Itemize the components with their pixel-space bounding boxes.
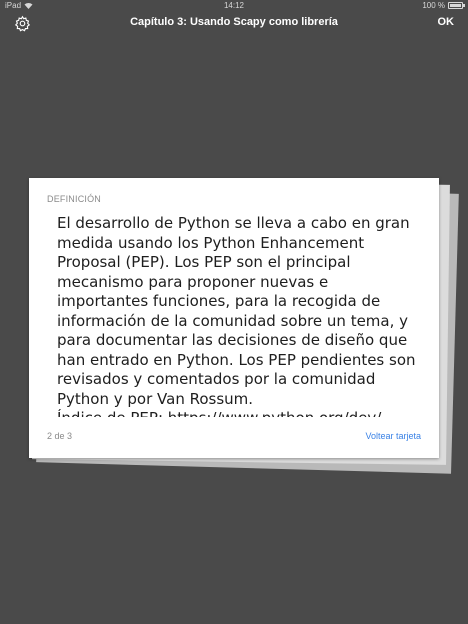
status-bar: iPad 14:12 100 % [0,0,468,12]
ok-button[interactable]: OK [438,16,455,28]
card-body[interactable]: El desarrollo de Python se lleva a cabo … [57,214,419,417]
flip-card-button[interactable]: Voltear tarjeta [365,431,421,441]
battery-group: 100 % [422,1,465,10]
battery-icon [448,2,465,9]
card-label: DEFINICIÓN [47,194,102,204]
status-time: 14:12 [223,1,245,10]
page-indicator: 2 de 3 [47,431,73,441]
nav-bar: Capítulo 3: Usando Scapy como librería O… [0,12,468,36]
card-definition-text: El desarrollo de Python se lleva a cabo … [57,214,416,408]
page-title: Capítulo 3: Usando Scapy como librería [130,16,338,28]
flashcard[interactable]: DEFINICIÓN El desarrollo de Python se ll… [29,178,439,458]
battery-percent: 100 % [422,1,445,10]
card-pep-index-text: Índice de PEP: https://www.python.org/de… [57,409,419,417]
